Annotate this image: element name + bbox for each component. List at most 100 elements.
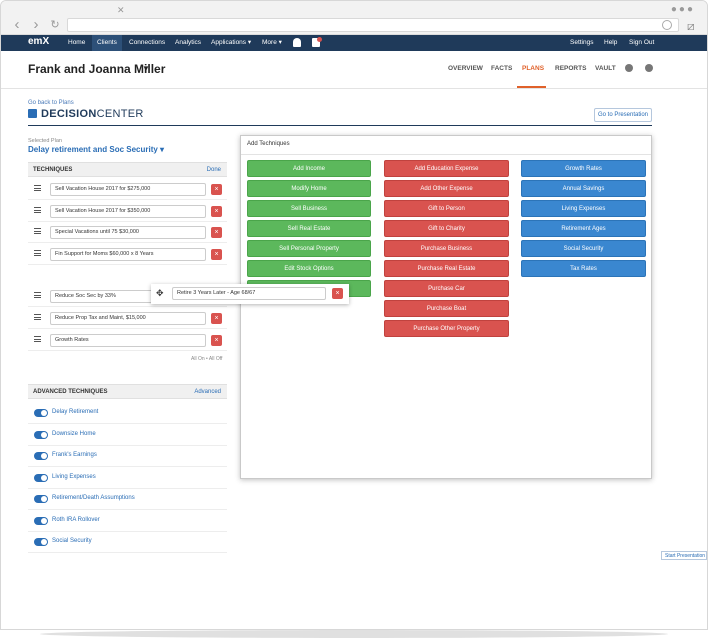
advanced-item-label[interactable]: Retirement/Death Assumptions (52, 495, 135, 501)
tax-rates-button[interactable]: Tax Rates (521, 260, 646, 277)
drag-handle-icon[interactable] (34, 336, 41, 342)
toggle-switch[interactable] (34, 431, 48, 439)
delete-button[interactable]: × (211, 184, 222, 195)
delete-button[interactable]: × (211, 206, 222, 217)
drag-handle-icon[interactable] (34, 292, 41, 298)
tab-vault[interactable]: VAULT (595, 65, 616, 72)
technique-field[interactable]: Sell Vacation House 2017 for $350,000 (50, 205, 206, 218)
advanced-item[interactable]: Downsize Home (28, 424, 227, 446)
forward-arrow-icon[interactable]: › (28, 17, 44, 33)
advanced-item-label[interactable]: Frank's Earnings (52, 452, 97, 458)
go-to-presentation-button[interactable]: Go to Presentation (594, 108, 652, 122)
delete-button[interactable]: × (211, 227, 222, 238)
technique-field[interactable]: Growth Rates (50, 334, 206, 347)
living-expenses-button[interactable]: Living Expenses (521, 200, 646, 217)
modal-title: Add Techniques (247, 141, 290, 147)
technique-field[interactable]: Sell Vacation House 2017 for $275,000 (50, 183, 206, 196)
tab-close-icon[interactable]: ✕ (117, 5, 125, 16)
all-on-off-toggle[interactable]: All On • All Off (191, 356, 222, 362)
user-icon[interactable] (625, 64, 633, 72)
done-link[interactable]: Done (207, 167, 221, 173)
advanced-item[interactable]: Delay Retirement (28, 402, 227, 424)
nav-sign-out[interactable]: Sign Out (624, 35, 659, 51)
advanced-item-label[interactable]: Roth IRA Rollover (52, 517, 100, 523)
advanced-item[interactable]: Living Expenses (28, 467, 227, 489)
add-education-expense-button[interactable]: Add Education Expense (384, 160, 509, 177)
technique-field[interactable]: Reduce Prop Tax and Maint, $15,000 (50, 312, 206, 325)
advanced-item-label[interactable]: Social Security (52, 538, 92, 544)
delete-button[interactable]: × (211, 313, 222, 324)
toggle-switch[interactable] (34, 495, 48, 503)
edit-stock-options-button[interactable]: Edit Stock Options (247, 260, 371, 277)
drag-handle-icon[interactable] (34, 314, 41, 320)
reload-icon[interactable]: ↻ (47, 17, 63, 33)
advanced-link[interactable]: Advanced (194, 389, 221, 395)
toggle-switch[interactable] (34, 409, 48, 417)
drag-handle-icon[interactable] (34, 250, 41, 256)
toggle-switch[interactable] (34, 517, 48, 525)
toggle-switch[interactable] (34, 538, 48, 546)
purchase-business-button[interactable]: Purchase Business (384, 240, 509, 257)
advanced-item-label[interactable]: Living Expenses (52, 474, 96, 480)
advanced-item[interactable]: Frank's Earnings (28, 445, 227, 467)
start-presentation-button[interactable]: Start Presentation (661, 551, 707, 560)
drag-handle-icon[interactable] (34, 228, 41, 234)
window-shadow (40, 630, 668, 638)
nav-more[interactable]: More ▾ (257, 35, 287, 51)
purchase-other-property-button[interactable]: Purchase Other Property (384, 320, 509, 337)
sell-business-button[interactable]: Sell Business (247, 200, 371, 217)
nav-applications[interactable]: Applications ▾ (206, 35, 256, 51)
advanced-item-label[interactable]: Delay Retirement (52, 409, 98, 415)
technique-field[interactable]: Special Vacations until 75 $30,000 (50, 226, 206, 239)
globe-icon[interactable] (645, 64, 653, 72)
bell-icon[interactable] (293, 38, 301, 47)
nav-clients[interactable]: Clients (92, 35, 122, 51)
sell-personal-property-button[interactable]: Sell Personal Property (247, 240, 371, 257)
retirement-ages-button[interactable]: Retirement Ages (521, 220, 646, 237)
chevron-down-icon[interactable]: ▼ (142, 64, 150, 73)
sell-real-estate-button[interactable]: Sell Real Estate (247, 220, 371, 237)
delete-button[interactable]: × (332, 288, 343, 299)
tab-plans[interactable]: PLANS (522, 65, 544, 72)
address-bar[interactable] (67, 18, 679, 32)
nav-connections[interactable]: Connections (124, 35, 170, 51)
tab-facts[interactable]: FACTS (491, 65, 512, 72)
toggle-switch[interactable] (34, 452, 48, 460)
drag-handle-icon[interactable] (34, 185, 41, 191)
annual-savings-button[interactable]: Annual Savings (521, 180, 646, 197)
drag-handle-icon[interactable] (34, 207, 41, 213)
nav-home[interactable]: Home (63, 35, 90, 51)
delete-button[interactable]: × (211, 249, 222, 260)
social-security-button[interactable]: Social Security (521, 240, 646, 257)
app-logo[interactable]: emX (28, 36, 50, 50)
dragged-technique[interactable]: ✥ Retire 3 Years Later - Age 68/67 × (151, 284, 349, 304)
add-income-button[interactable]: Add Income (247, 160, 371, 177)
back-to-plans-link[interactable]: Go back to Plans (28, 100, 74, 106)
advanced-item-label[interactable]: Downsize Home (52, 431, 96, 437)
window-controls[interactable]: ●●● (671, 4, 695, 15)
tab-overview[interactable]: OVERVIEW (448, 65, 483, 72)
purchase-car-button[interactable]: Purchase Car (384, 280, 509, 297)
advanced-item[interactable]: Roth IRA Rollover (28, 510, 227, 532)
move-icon[interactable]: ✥ (156, 288, 164, 299)
advanced-item[interactable]: Retirement/Death Assumptions (28, 488, 227, 510)
toggle-switch[interactable] (34, 474, 48, 482)
purchase-real-estate-button[interactable]: Purchase Real Estate (384, 260, 509, 277)
modify-home-button[interactable]: Modify Home (247, 180, 371, 197)
purchase-boat-button[interactable]: Purchase Boat (384, 300, 509, 317)
technique-field[interactable]: Fin Support for Moms $60,000 x 8 Years (50, 248, 206, 261)
gift-to-charity-button[interactable]: Gift to Charity (384, 220, 509, 237)
nav-help[interactable]: Help (599, 35, 622, 51)
nav-analytics[interactable]: Analytics (170, 35, 206, 51)
growth-rates-button[interactable]: Growth Rates (521, 160, 646, 177)
delete-button[interactable]: × (211, 335, 222, 346)
gift-to-person-button[interactable]: Gift to Person (384, 200, 509, 217)
dragged-technique-field[interactable]: Retire 3 Years Later - Age 68/67 (172, 287, 326, 300)
advanced-item[interactable]: Social Security (28, 531, 227, 553)
selected-plan-dropdown[interactable]: Delay retirement and Soc Security ▾ (28, 145, 164, 154)
extension-icon[interactable]: ⧄ (687, 19, 695, 34)
back-arrow-icon[interactable]: ‹ (9, 17, 25, 33)
tab-reports[interactable]: REPORTS (555, 65, 586, 72)
add-other-expense-button[interactable]: Add Other Expense (384, 180, 509, 197)
nav-settings[interactable]: Settings (565, 35, 599, 51)
